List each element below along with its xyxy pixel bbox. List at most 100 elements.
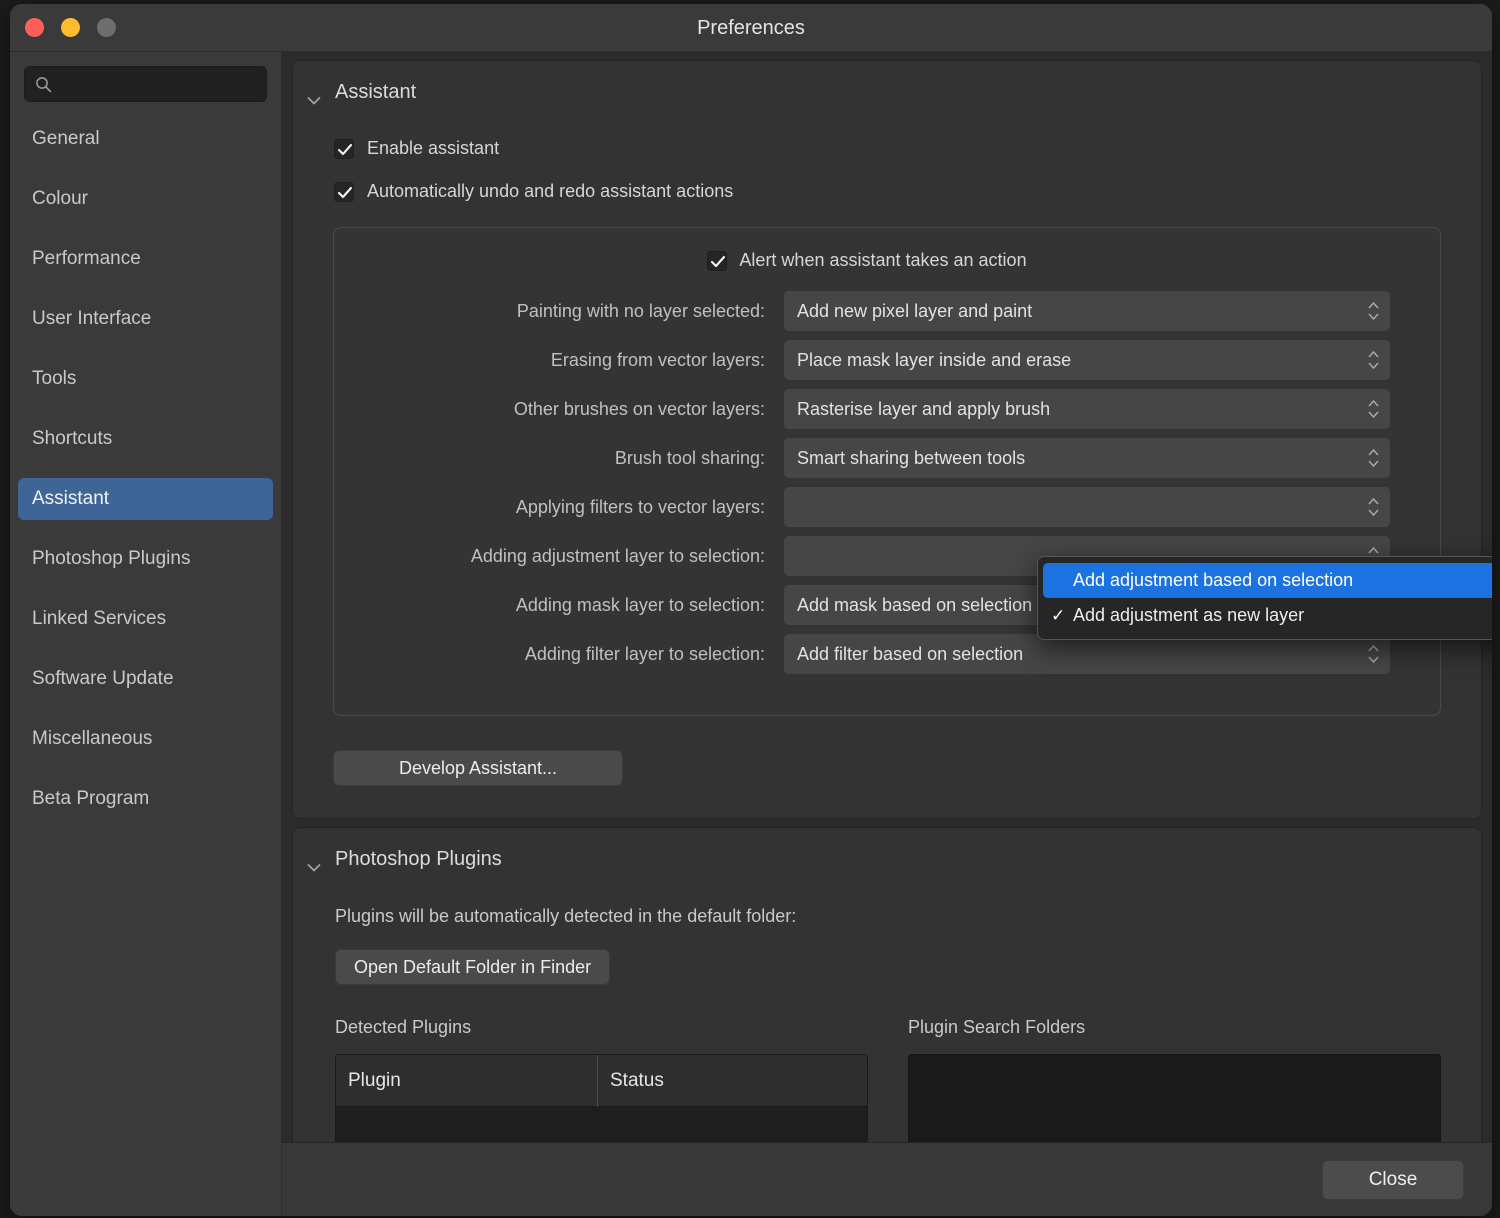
enable-assistant-row[interactable]: Enable assistant: [334, 138, 1481, 159]
photoshop-plugins-section-header[interactable]: Photoshop Plugins: [293, 828, 1481, 871]
sidebar-item-label: Beta Program: [32, 788, 149, 810]
sidebar-item-label: General: [32, 128, 100, 150]
search-field[interactable]: [24, 66, 267, 102]
sidebar-item-beta-program[interactable]: Beta Program: [18, 778, 273, 820]
row-other-brushes-vector: Other brushes on vector layers: Rasteris…: [364, 389, 1390, 429]
menu-item-label: Add adjustment as new layer: [1073, 605, 1304, 626]
sidebar-nav: General Colour Performance User Interfac…: [10, 118, 281, 820]
row-label: Erasing from vector layers:: [364, 350, 784, 371]
sidebar-item-assistant[interactable]: Assistant: [18, 478, 273, 520]
stepper-chevrons-icon: [1367, 446, 1380, 470]
plugins-description: Plugins will be automatically detected i…: [335, 906, 1481, 927]
photoshop-plugins-section: Photoshop Plugins Plugins will be automa…: [292, 827, 1482, 1142]
row-applying-filters-vector: Applying filters to vector layers:: [364, 487, 1390, 527]
row-label: Applying filters to vector layers:: [364, 497, 784, 518]
assistant-section-header[interactable]: Assistant: [293, 61, 1481, 104]
sidebar-item-general[interactable]: General: [18, 118, 273, 160]
menu-item-add-adjustment-based-on-selection[interactable]: Add adjustment based on selection: [1043, 563, 1492, 598]
dropdown-value: Place mask layer inside and erase: [797, 350, 1367, 371]
stepper-chevrons-icon: [1367, 642, 1380, 666]
sidebar-item-label: Tools: [32, 368, 76, 390]
detected-plugins-table[interactable]: Plugin Status: [335, 1054, 868, 1142]
stepper-chevrons-icon: [1367, 348, 1380, 372]
sidebar-item-label: Photoshop Plugins: [32, 548, 190, 570]
sidebar-item-label: Shortcuts: [32, 428, 112, 450]
sidebar-item-label: Colour: [32, 188, 88, 210]
dropdown-value: Add new pixel layer and paint: [797, 301, 1367, 322]
dropdown-value: Add filter based on selection: [797, 644, 1367, 665]
sidebar-item-label: Performance: [32, 248, 141, 270]
assistant-section: Assistant Enable assistant Automatically…: [292, 60, 1482, 819]
detected-plugins-title: Detected Plugins: [335, 1017, 868, 1038]
enable-assistant-checkbox[interactable]: [334, 139, 354, 159]
footer-bar: Close: [282, 1142, 1492, 1216]
search-input[interactable]: [58, 76, 257, 93]
sidebar-item-label: Assistant: [32, 488, 109, 510]
row-painting-no-layer: Painting with no layer selected: Add new…: [364, 291, 1390, 331]
row-label: Adding mask layer to selection:: [364, 595, 784, 616]
preferences-window: Preferences General Colour Performance U…: [10, 4, 1492, 1216]
adding-filter-layer-dropdown[interactable]: Add filter based on selection: [784, 634, 1390, 674]
assistant-section-title: Assistant: [335, 81, 416, 104]
title-bar: Preferences: [10, 4, 1492, 52]
auto-undo-redo-checkbox[interactable]: [334, 182, 354, 202]
row-erasing-vector: Erasing from vector layers: Place mask l…: [364, 340, 1390, 380]
sidebar-item-label: User Interface: [32, 308, 151, 330]
row-adding-filter-layer: Adding filter layer to selection: Add fi…: [364, 634, 1390, 674]
content-area: Assistant Enable assistant Automatically…: [282, 52, 1492, 1216]
brush-tool-sharing-dropdown[interactable]: Smart sharing between tools: [784, 438, 1390, 478]
stepper-chevrons-icon: [1367, 495, 1380, 519]
close-button[interactable]: Close: [1322, 1160, 1464, 1200]
plugins-tables: Detected Plugins Plugin Status Plugin Se…: [335, 1017, 1441, 1142]
stepper-chevrons-icon: [1367, 397, 1380, 421]
column-header-plugin[interactable]: Plugin: [336, 1055, 598, 1107]
search-icon: [35, 76, 52, 93]
sidebar-item-label: Linked Services: [32, 608, 166, 630]
auto-undo-redo-label: Automatically undo and redo assistant ac…: [367, 181, 733, 202]
sidebar-item-user-interface[interactable]: User Interface: [18, 298, 273, 340]
sidebar-item-linked-services[interactable]: Linked Services: [18, 598, 273, 640]
plugin-search-folders-column: Plugin Search Folders: [908, 1017, 1441, 1142]
assistant-actions-group: Alert when assistant takes an action Pai…: [333, 227, 1441, 716]
dropdown-value: Rasterise layer and apply brush: [797, 399, 1367, 420]
adjustment-layer-dropdown-menu[interactable]: Add adjustment based on selection ✓ Add …: [1037, 556, 1492, 640]
other-brushes-vector-dropdown[interactable]: Rasterise layer and apply brush: [784, 389, 1390, 429]
open-default-folder-button[interactable]: Open Default Folder in Finder: [335, 949, 610, 985]
develop-assistant-button[interactable]: Develop Assistant...: [333, 750, 623, 786]
sidebar-item-label: Miscellaneous: [32, 728, 152, 750]
plugin-search-folders-list[interactable]: [908, 1054, 1441, 1142]
sidebar-item-colour[interactable]: Colour: [18, 178, 273, 220]
chevron-down-icon: [307, 88, 321, 97]
enable-assistant-label: Enable assistant: [367, 138, 499, 159]
window-title: Preferences: [10, 17, 1492, 40]
menu-item-label: Add adjustment based on selection: [1073, 570, 1353, 591]
sidebar-item-software-update[interactable]: Software Update: [18, 658, 273, 700]
sidebar-item-shortcuts[interactable]: Shortcuts: [18, 418, 273, 460]
auto-undo-redo-row[interactable]: Automatically undo and redo assistant ac…: [334, 181, 1481, 202]
row-label: Adding filter layer to selection:: [364, 644, 784, 665]
detected-plugins-column: Detected Plugins Plugin Status: [335, 1017, 868, 1142]
alert-action-checkbox[interactable]: [707, 251, 727, 271]
stepper-chevrons-icon: [1367, 299, 1380, 323]
chevron-down-icon: [307, 855, 321, 864]
sidebar-item-performance[interactable]: Performance: [18, 238, 273, 280]
applying-filters-vector-dropdown[interactable]: [784, 487, 1390, 527]
row-label: Brush tool sharing:: [364, 448, 784, 469]
sidebar-item-photoshop-plugins[interactable]: Photoshop Plugins: [18, 538, 273, 580]
table-header-row: Plugin Status: [336, 1055, 867, 1107]
sidebar: General Colour Performance User Interfac…: [10, 52, 282, 1216]
painting-no-layer-dropdown[interactable]: Add new pixel layer and paint: [784, 291, 1390, 331]
column-header-status[interactable]: Status: [598, 1055, 867, 1107]
window-body: General Colour Performance User Interfac…: [10, 52, 1492, 1216]
alert-action-row[interactable]: Alert when assistant takes an action: [364, 250, 1390, 271]
sidebar-item-miscellaneous[interactable]: Miscellaneous: [18, 718, 273, 760]
dropdown-value: Smart sharing between tools: [797, 448, 1367, 469]
alert-action-label: Alert when assistant takes an action: [739, 250, 1026, 271]
sidebar-item-tools[interactable]: Tools: [18, 358, 273, 400]
menu-item-add-adjustment-as-new-layer[interactable]: ✓ Add adjustment as new layer: [1043, 598, 1492, 633]
row-label: Painting with no layer selected:: [364, 301, 784, 322]
erasing-vector-dropdown[interactable]: Place mask layer inside and erase: [784, 340, 1390, 380]
photoshop-plugins-section-title: Photoshop Plugins: [335, 848, 502, 871]
row-label: Adding adjustment layer to selection:: [364, 546, 784, 567]
row-brush-tool-sharing: Brush tool sharing: Smart sharing betwee…: [364, 438, 1390, 478]
